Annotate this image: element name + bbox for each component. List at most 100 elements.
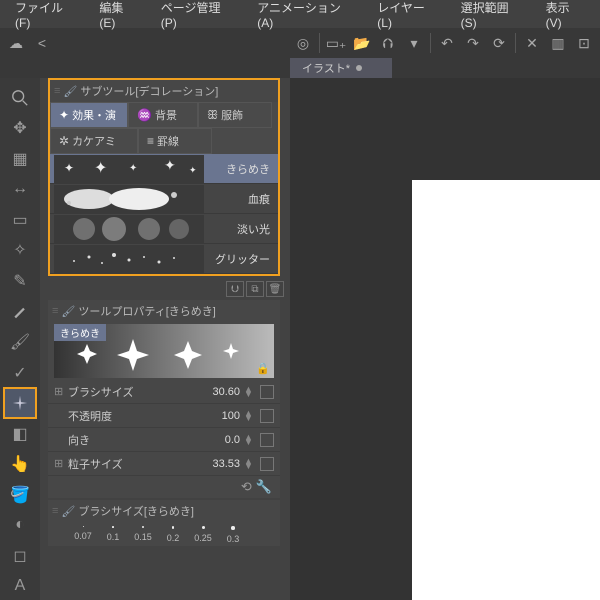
size-5[interactable]: 0.25: [188, 526, 218, 544]
reset-icon[interactable]: ⟲: [241, 479, 252, 495]
fill-tool[interactable]: 🪣: [5, 481, 35, 509]
lines-icon: ≡: [147, 134, 154, 148]
subtool-title: サブツール[デコレーション]: [80, 83, 218, 99]
pen-tool[interactable]: [5, 298, 35, 326]
menu-file[interactable]: ファイル(F): [6, 0, 86, 34]
text-tool[interactable]: A: [5, 573, 35, 600]
subtool-kirameki[interactable]: ✦✦✦✦✦ きらめき: [50, 154, 278, 184]
subtool-categories: ✦効果・演 ♒背景 ꕥ服飾 ✲カケアミ ≡罫線: [50, 102, 278, 154]
link-icon[interactable]: [260, 385, 274, 399]
wand-tool[interactable]: ✧: [5, 237, 35, 265]
prop-opacity[interactable]: 不透明度 100 ▲▼: [48, 404, 280, 428]
open-icon[interactable]: 📂: [350, 31, 374, 55]
menu-select[interactable]: 選択範囲(S): [452, 0, 533, 34]
expand-icon[interactable]: ⊞: [54, 385, 64, 398]
menu-edit[interactable]: 編集(E): [90, 0, 147, 34]
brush-small-icon: 🖌: [63, 85, 77, 98]
operation-tool[interactable]: ▦: [5, 145, 35, 173]
link-icon[interactable]: [260, 457, 274, 471]
menu-page[interactable]: ページ管理(P): [152, 0, 245, 34]
subtool-glitter[interactable]: グリッター: [50, 244, 278, 274]
size-6[interactable]: 0.3: [218, 526, 248, 544]
eyedropper-tool[interactable]: ✎: [5, 267, 35, 295]
link-icon[interactable]: [260, 409, 274, 423]
cat-effect[interactable]: ✦効果・演: [50, 102, 128, 128]
cat-bg[interactable]: ♒背景: [128, 102, 198, 128]
cat-rule[interactable]: ≡罫線: [138, 128, 212, 154]
delete-icon[interactable]: 🗑: [266, 281, 284, 297]
prop-particle[interactable]: ⊞ 粒子サイズ 33.53 ▲▼: [48, 452, 280, 476]
stepper-icon[interactable]: ▲▼: [244, 387, 256, 397]
cloud-icon[interactable]: ☁: [4, 31, 28, 55]
lock-icon[interactable]: 🔒: [256, 362, 270, 375]
expand-icon[interactable]: ⊞: [54, 457, 64, 470]
import-icon[interactable]: ⮋: [226, 281, 244, 297]
subtool-softlight[interactable]: 淡い光: [50, 214, 278, 244]
unsaved-dot-icon: [356, 65, 362, 71]
stepper-icon[interactable]: ▲▼: [244, 459, 256, 469]
brush-tool[interactable]: 🖌: [5, 328, 35, 356]
undo-icon[interactable]: ↶: [435, 31, 459, 55]
grip-icon[interactable]: ≡: [52, 505, 58, 517]
menu-bar: ファイル(F) 編集(E) ページ管理(P) アニメーション(A) レイヤー(L…: [0, 0, 600, 28]
grip-icon[interactable]: ≡: [52, 305, 58, 317]
cat-cloth[interactable]: ꕥ服飾: [198, 102, 272, 128]
clear-icon[interactable]: ✕: [520, 31, 544, 55]
airbrush-tool[interactable]: ✓: [5, 359, 35, 387]
toolprop-title: ツールプロパティ[きらめき]: [78, 303, 215, 319]
subtool-actions: ⮋ ⧉ 🗑: [40, 278, 290, 300]
tool-property-panel: ≡ 🖌 ツールプロパティ[きらめき] きらめき 🔒 ⊞ ブラシサイズ 30.60…: [48, 300, 280, 498]
stepper-icon[interactable]: ▲▼: [244, 435, 256, 445]
stepper-icon[interactable]: ▲▼: [244, 411, 256, 421]
canvas-area[interactable]: [290, 78, 600, 600]
menu-anim[interactable]: アニメーション(A): [248, 0, 364, 34]
tab-illust[interactable]: イラスト*: [290, 58, 392, 78]
crop-icon[interactable]: ⊡: [572, 31, 596, 55]
layermove-tool[interactable]: ↔: [5, 176, 35, 204]
share-icon[interactable]: <: [30, 31, 54, 55]
grass-icon: ♒: [137, 108, 152, 122]
link-icon[interactable]: [260, 433, 274, 447]
duplicate-icon[interactable]: ⧉: [246, 281, 264, 297]
eraser-tool[interactable]: ◧: [5, 420, 35, 448]
figure-tool[interactable]: ◻: [5, 542, 35, 570]
new-icon[interactable]: ▭₊: [324, 31, 348, 55]
prop-direction[interactable]: 向き 0.0 ▲▼: [48, 428, 280, 452]
size-4[interactable]: 0.2: [158, 526, 188, 544]
brush-small-icon: 🖌: [61, 305, 75, 318]
move-tool[interactable]: ✥: [5, 115, 35, 143]
loading-icon[interactable]: ⟳: [487, 31, 511, 55]
decoration-tool[interactable]: [5, 389, 35, 417]
preview-softlight: [54, 215, 204, 243]
marquee-tool[interactable]: ▭: [5, 206, 35, 234]
brushsize-panel: ≡ 🖌 ブラシサイズ[きらめき] 0.07 0.1 0.15 0.2 0.25 …: [48, 500, 280, 546]
wrench-icon[interactable]: 🔧: [256, 479, 272, 495]
gradient-tool[interactable]: ◐: [5, 511, 35, 539]
menu-layer[interactable]: レイヤー(L): [368, 0, 447, 34]
size-1[interactable]: 0.07: [68, 526, 98, 544]
chevron-down-icon[interactable]: ▾: [402, 31, 426, 55]
butterfly-icon: ꕥ: [207, 108, 218, 123]
canvas-page[interactable]: [412, 180, 600, 600]
cat-hatch[interactable]: ✲カケアミ: [50, 128, 138, 154]
hatch-icon: ✲: [59, 134, 69, 148]
menu-view[interactable]: 表示(V): [537, 0, 594, 34]
subtool-blood[interactable]: 血痕: [50, 184, 278, 214]
panels-column: ≡ 🖌 サブツール[デコレーション] ✦効果・演 ♒背景 ꕥ服飾 ✲カケアミ ≡…: [40, 78, 290, 600]
prop-brushsize[interactable]: ⊞ ブラシサイズ 30.60 ▲▼: [48, 380, 280, 404]
sparkle-icon: ✦: [59, 108, 69, 122]
tool-sidebar: ✥ ▦ ↔ ▭ ✧ ✎ 🖌 ✓ ◧ 👆 🪣 ◐ ◻ A: [0, 78, 40, 600]
grip-icon[interactable]: ≡: [54, 85, 60, 97]
save-icon[interactable]: ⮉: [376, 31, 400, 55]
brush-small-icon: 🖌: [61, 505, 75, 518]
redo-icon[interactable]: ↷: [461, 31, 485, 55]
preview-badge: きらめき: [54, 324, 106, 341]
document-tabs: イラスト*: [0, 58, 600, 78]
magnify-tool[interactable]: [5, 84, 35, 112]
size-3[interactable]: 0.15: [128, 526, 158, 544]
preview-glitter: [54, 245, 204, 273]
blend-tool[interactable]: 👆: [5, 450, 35, 478]
swirl-icon[interactable]: ◎: [291, 31, 315, 55]
flip-icon[interactable]: ▥: [546, 31, 570, 55]
size-2[interactable]: 0.1: [98, 526, 128, 544]
